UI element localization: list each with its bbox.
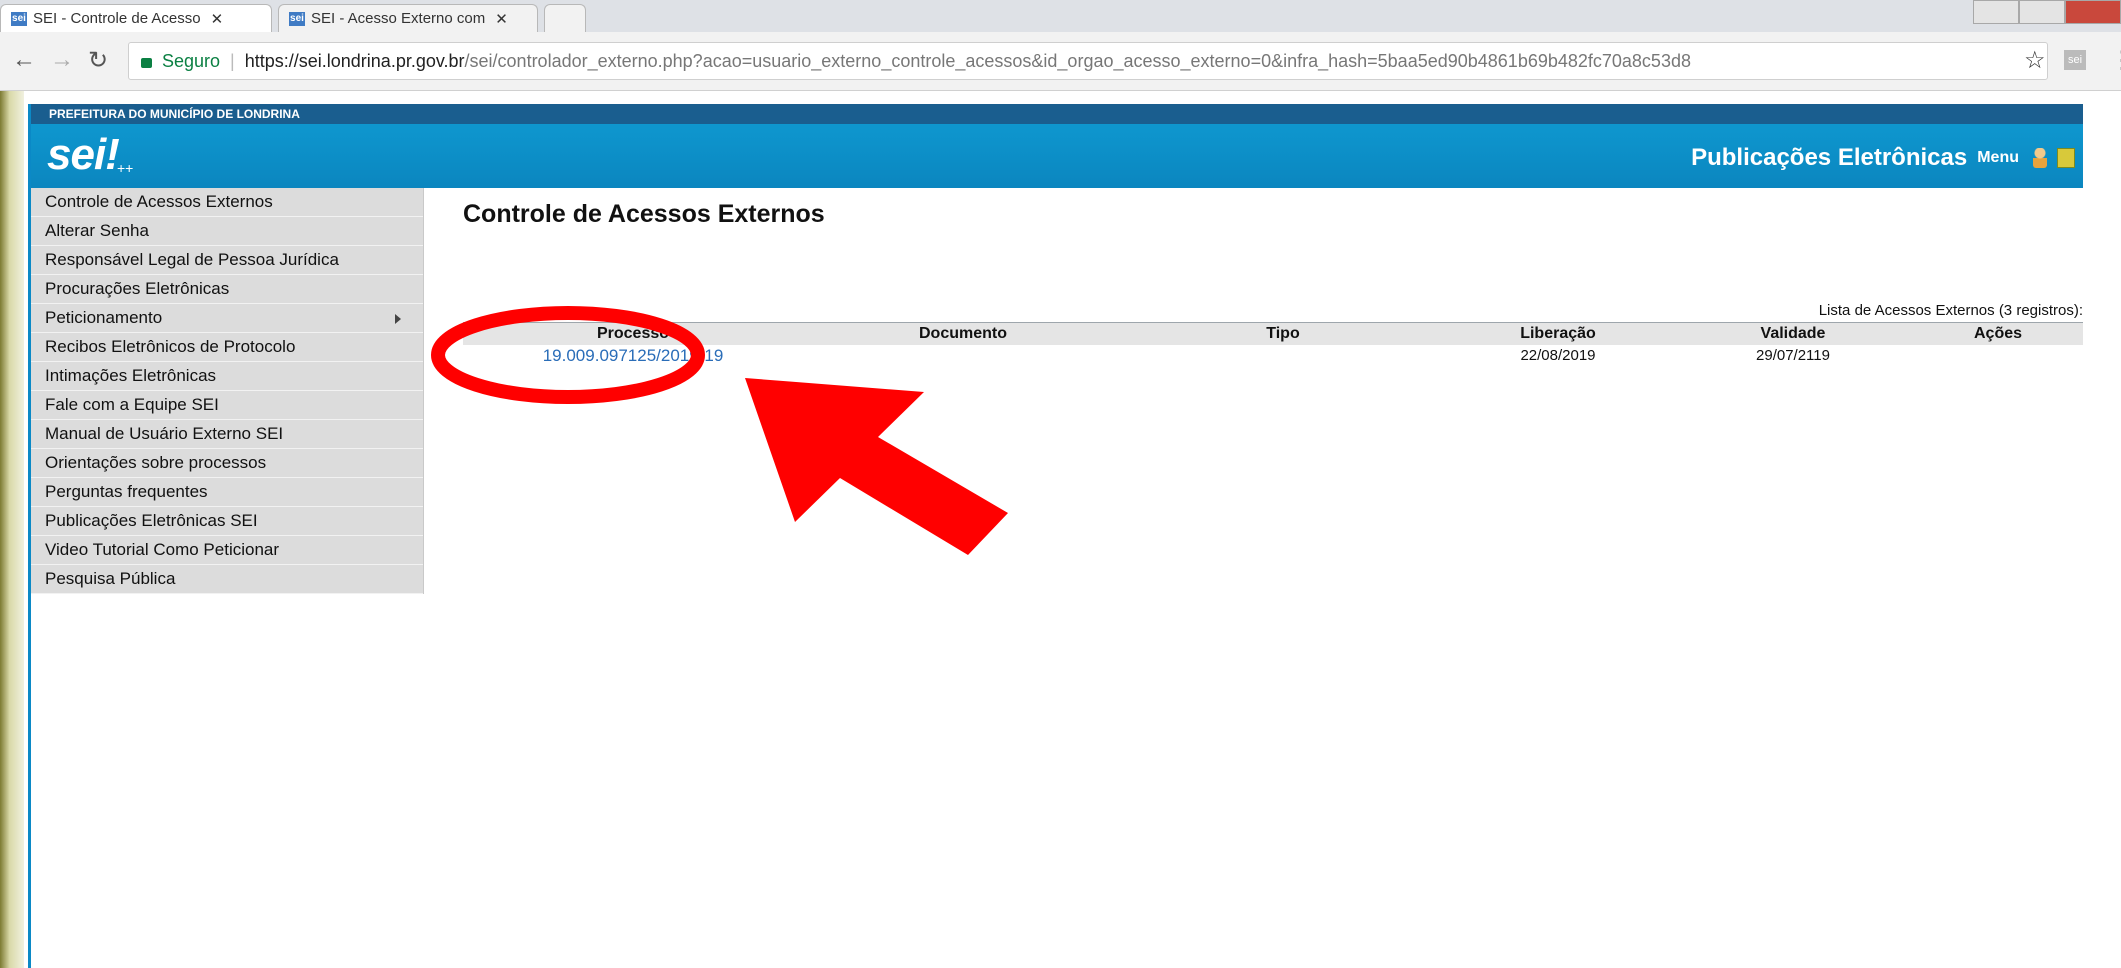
table-header-row: Processo Documento Tipo Liberação Valida…: [463, 322, 2083, 345]
sidebar-item-fale-equipe[interactable]: Fale com a Equipe SEI: [31, 391, 423, 420]
sidebar-item-publicacoes[interactable]: Publicações Eletrônicas SEI: [31, 507, 423, 536]
sidebar-item-perguntas[interactable]: Perguntas frequentes: [31, 478, 423, 507]
back-arrow-icon[interactable]: ←: [12, 46, 36, 74]
header-bar: sei! ++ Publicações Eletrônicas Menu: [31, 124, 2083, 188]
slide-decoration-left: [0, 0, 24, 968]
browser-tab-1[interactable]: sei SEI - Controle de Acesso ✕: [0, 4, 272, 32]
access-table: Processo Documento Tipo Liberação Valida…: [463, 322, 2083, 367]
new-tab-button[interactable]: [544, 4, 586, 32]
column-header-tipo: Tipo: [1266, 325, 1300, 342]
sidebar-item-controle-acessos[interactable]: Controle de Acessos Externos: [31, 188, 423, 217]
reload-icon[interactable]: ↻: [88, 46, 108, 75]
sidebar-item-procuracoes[interactable]: Procurações Eletrônicas: [31, 275, 423, 304]
tab-title: SEI - Acesso Externo com: [311, 10, 486, 27]
header-actions: Publicações Eletrônicas Menu: [1691, 144, 2075, 172]
menu-link[interactable]: Menu: [1977, 149, 2019, 167]
browser-tab-2[interactable]: sei SEI - Acesso Externo com ✕: [278, 4, 538, 32]
close-window-button[interactable]: [2065, 0, 2121, 24]
column-header-validade: Validade: [1760, 325, 1826, 342]
user-icon[interactable]: [2033, 148, 2047, 168]
url-path: /sei/controlador_externo.php?acao=usuari…: [464, 50, 1691, 71]
page-content: PREFEITURA DO MUNICÍPIO DE LONDRINA sei!…: [28, 104, 2083, 968]
browser-tab-bar: sei SEI - Controle de Acesso ✕ sei SEI -…: [0, 0, 2121, 33]
sidebar-item-manual[interactable]: Manual de Usuário Externo SEI: [31, 420, 423, 449]
sidebar-item-responsavel-legal[interactable]: Responsável Legal de Pessoa Jurídica: [31, 246, 423, 275]
liberacao-cell: 22/08/2019: [1520, 347, 1596, 364]
validade-cell: 29/07/2119: [1756, 347, 1830, 364]
browser-menu-icon[interactable]: ⋮: [2110, 46, 2121, 75]
acoes-cell: [1913, 345, 2083, 367]
table-row: 19.009.097125/2019-19 22/08/2019 29/07/2…: [463, 345, 2083, 367]
security-label: Seguro: [162, 50, 221, 71]
lock-icon: [141, 58, 152, 68]
sidebar-item-label: Peticionamento: [45, 308, 163, 327]
org-name-bar: PREFEITURA DO MUNICÍPIO DE LONDRINA: [31, 104, 2083, 124]
url-input[interactable]: Seguro | https://sei.londrina.pr.gov.br /…: [128, 42, 2048, 80]
documento-cell: [803, 345, 1123, 367]
close-tab-icon[interactable]: ✕: [495, 10, 508, 28]
sidebar-item-intimacoes[interactable]: Intimações Eletrônicas: [31, 362, 423, 391]
close-tab-icon[interactable]: ✕: [211, 10, 224, 28]
forward-arrow-icon[interactable]: →: [50, 46, 74, 74]
tipo-cell: [1123, 345, 1443, 367]
bookmark-star-icon[interactable]: ☆: [2024, 46, 2046, 75]
sidebar-item-orientacoes[interactable]: Orientações sobre processos: [31, 449, 423, 478]
sei-logo-suffix: ++: [117, 160, 134, 176]
column-header-processo: Processo: [596, 325, 670, 342]
sidebar-item-alterar-senha[interactable]: Alterar Senha: [31, 217, 423, 246]
column-header-documento: Documento: [919, 325, 1007, 342]
sidebar-item-peticionamento[interactable]: Peticionamento: [31, 304, 423, 333]
logout-icon[interactable]: [2057, 148, 2075, 168]
sidebar-item-recibos[interactable]: Recibos Eletrônicos de Protocolo: [31, 333, 423, 362]
tab-title: SEI - Controle de Acesso: [33, 10, 201, 27]
column-header-liberacao: Liberação: [1520, 325, 1596, 342]
sei-logo[interactable]: sei!: [47, 130, 120, 180]
maximize-button[interactable]: [2019, 0, 2065, 24]
minimize-button[interactable]: [1973, 0, 2019, 24]
url-separator: |: [230, 50, 235, 71]
submenu-arrow-icon: [395, 314, 401, 324]
column-header-acoes: Ações: [1973, 325, 2023, 342]
sidebar-item-video-tutorial[interactable]: Video Tutorial Como Peticionar: [31, 536, 423, 565]
window-controls: [1973, 0, 2121, 24]
sidebar-item-pesquisa-publica[interactable]: Pesquisa Pública: [31, 565, 423, 594]
address-bar: ← → ↻ Seguro | https://sei.londrina.pr.g…: [0, 32, 2121, 91]
page-title: Controle de Acessos Externos: [463, 200, 825, 228]
sei-favicon-icon: sei: [289, 11, 305, 26]
sidebar-menu: Controle de Acessos Externos Alterar Sen…: [31, 188, 424, 594]
processo-link[interactable]: 19.009.097125/2019-19: [543, 346, 724, 365]
processo-cell: 19.009.097125/2019-19: [463, 345, 803, 367]
sei-favicon-icon: sei: [11, 11, 27, 26]
system-title: Publicações Eletrônicas: [1691, 144, 1968, 171]
url-host: https://sei.londrina.pr.gov.br: [244, 50, 465, 71]
table-caption: Lista de Acessos Externos (3 registros):: [1818, 302, 2083, 319]
sei-extension-icon[interactable]: sei: [2064, 50, 2086, 70]
